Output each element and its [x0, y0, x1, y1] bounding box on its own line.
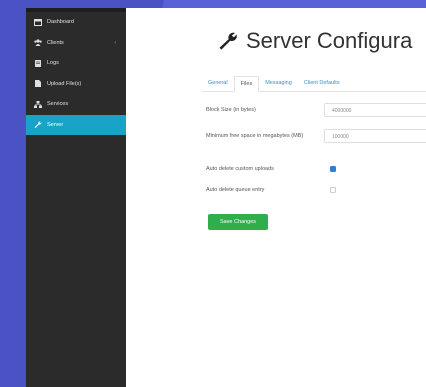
block-size-label: Block Size (in bytes) — [206, 107, 256, 113]
auto-delete-queue-label: Auto delete queue entry — [206, 187, 265, 193]
page-title-text: Server Configura — [246, 28, 413, 53]
auto-delete-queue-row: Auto delete queue entry — [206, 186, 426, 194]
tab-general[interactable]: General — [202, 76, 234, 91]
sidebar-item-upload[interactable]: Upload File(s) — [26, 74, 126, 95]
sidebar-item-services[interactable]: Services — [26, 94, 126, 115]
sidebar-item-label: Dashboard — [47, 19, 74, 26]
sidebar-item-label: Logs — [47, 60, 59, 67]
logs-icon — [34, 59, 42, 67]
auto-delete-queue-checkbox[interactable] — [330, 187, 336, 193]
sidebar-item-logs[interactable]: Logs — [26, 53, 126, 74]
sidebar-item-dashboard[interactable]: Dashboard — [26, 12, 126, 33]
sidebar-item-server[interactable]: Server — [26, 114, 126, 135]
auto-delete-uploads-label: Auto delete custom uploads — [206, 166, 274, 172]
sidebar-item-clients[interactable]: Clients ‹ — [26, 33, 126, 54]
services-icon — [34, 100, 42, 108]
settings-tabs: General Files Messaging Client Defaults — [202, 76, 426, 92]
chevron-left-icon: ‹ — [114, 39, 116, 46]
min-free-row: Minimum free space in megabytes (MB) 100… — [206, 129, 426, 143]
users-icon — [34, 39, 42, 47]
save-changes-button[interactable]: Save Changes — [208, 214, 268, 230]
sidebar-item-label: Upload File(s) — [47, 80, 82, 87]
sidebar: Dashboard Clients ‹ Logs Upload File(s) — [26, 8, 126, 387]
block-size-row: Block Size (in bytes) 4000000 — [206, 103, 426, 117]
page-title: Server Configura — [218, 28, 412, 54]
min-free-label: Minimum free space in megabytes (MB) — [206, 133, 304, 139]
auto-delete-uploads-checkbox[interactable] — [330, 166, 336, 172]
tab-files[interactable]: Files — [233, 76, 260, 92]
min-free-input[interactable]: 100000 — [324, 129, 426, 143]
upload-icon — [34, 80, 42, 88]
sidebar-item-label: Server — [47, 121, 64, 128]
block-size-input[interactable]: 4000000 — [324, 103, 426, 117]
wrench-icon — [219, 32, 237, 50]
auto-delete-uploads-row: Auto delete custom uploads — [206, 165, 426, 173]
tab-messaging[interactable]: Messaging — [259, 76, 298, 91]
sidebar-item-label: Clients — [47, 39, 64, 46]
wrench-icon — [34, 121, 42, 129]
sidebar-item-label: Services — [47, 101, 69, 108]
tab-client-defaults[interactable]: Client Defaults — [298, 76, 346, 91]
dashboard-icon — [34, 18, 42, 26]
app-window: Dashboard Clients ‹ Logs Upload File(s) — [26, 8, 426, 387]
main-content: Server Configura General Files Messaging… — [126, 8, 426, 387]
